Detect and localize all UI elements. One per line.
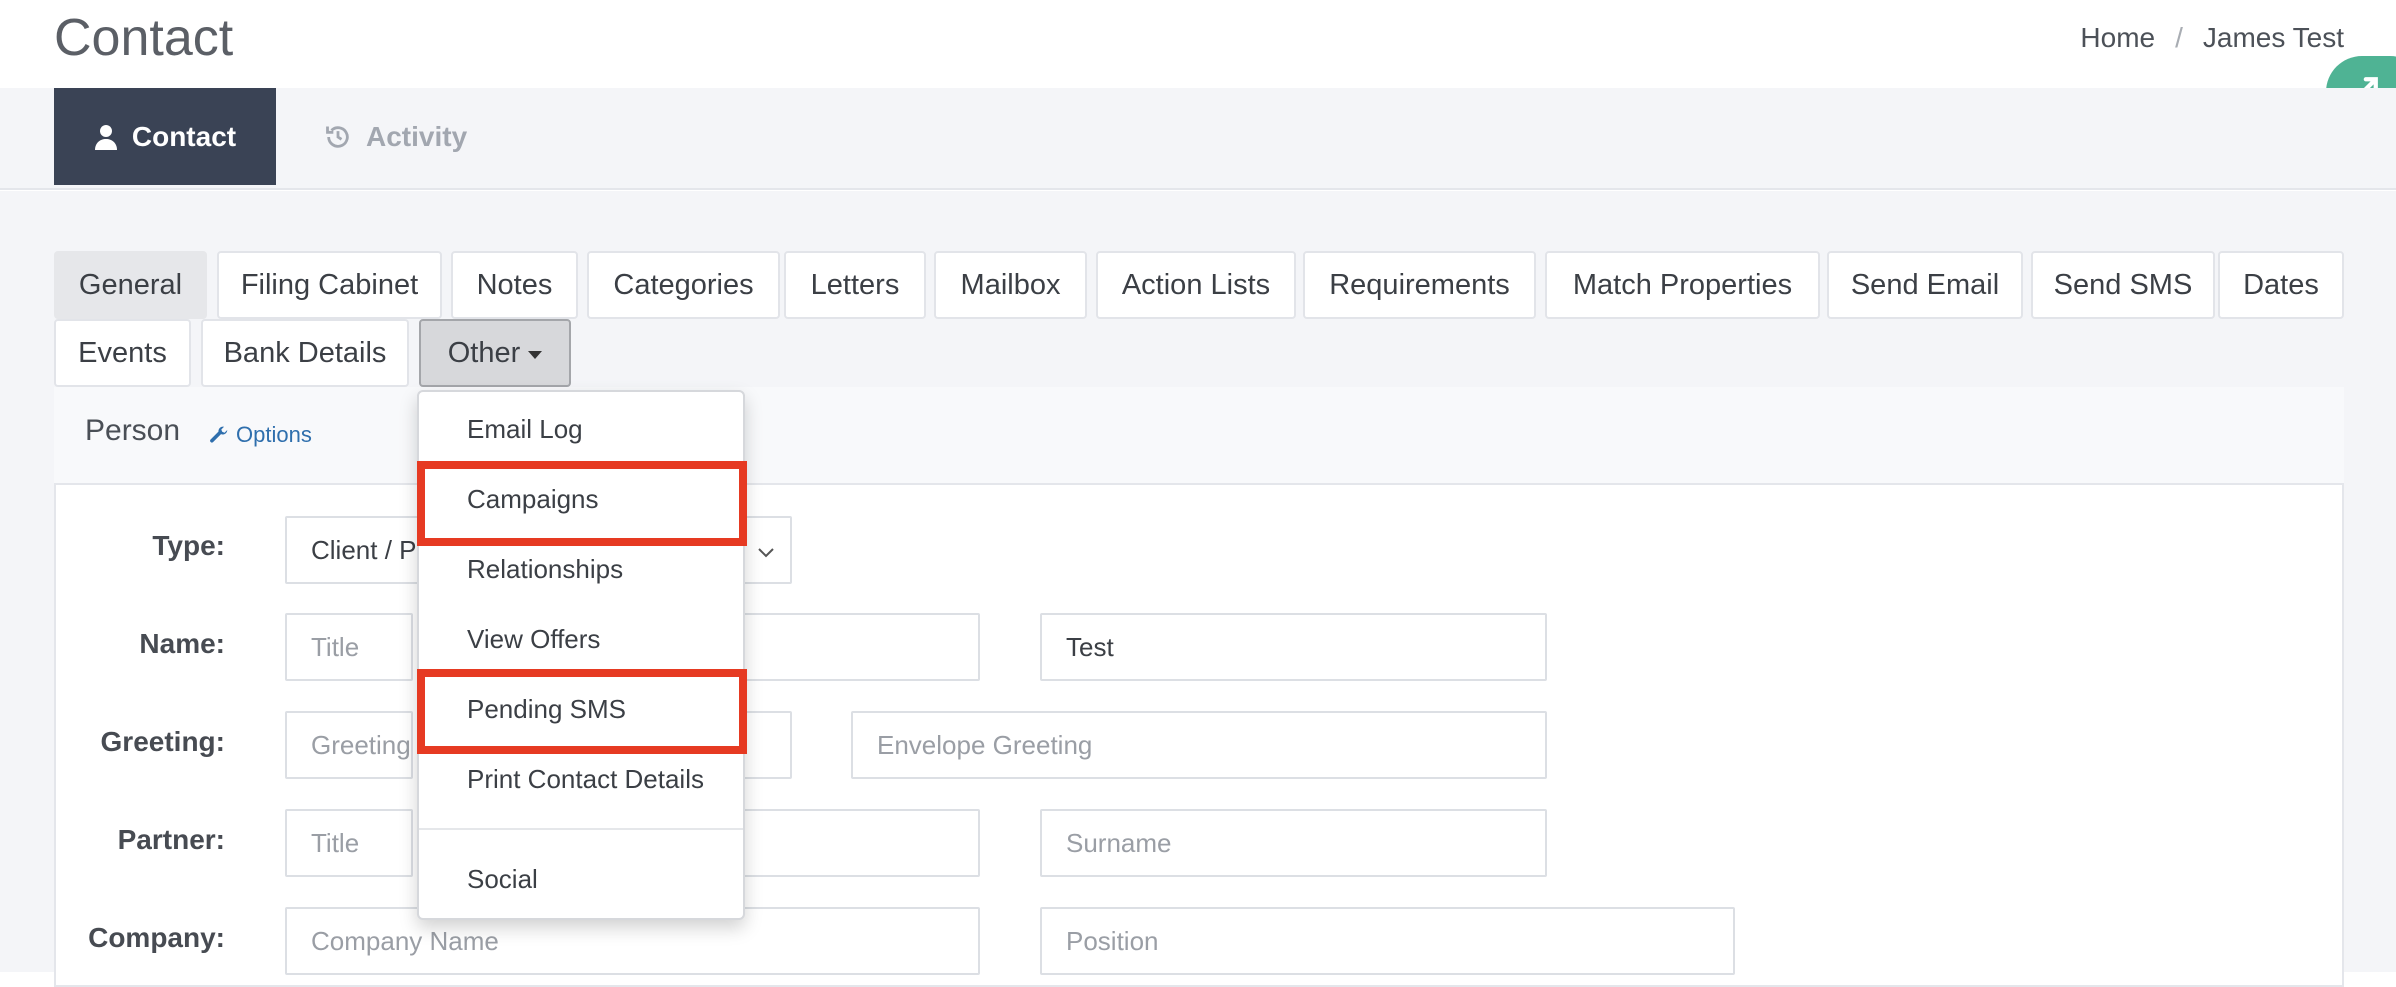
position-field[interactable]: Position (1040, 907, 1735, 975)
chevron-down-icon (758, 548, 774, 558)
subtab-bank-details[interactable]: Bank Details (201, 319, 409, 387)
tab-contact[interactable]: Contact (54, 88, 276, 185)
partner-surname-field[interactable]: Surname (1040, 809, 1547, 877)
subtab-notes[interactable]: Notes (451, 251, 578, 319)
subtab-letters[interactable]: Letters (784, 251, 926, 319)
name-title-field[interactable]: Title (285, 613, 413, 681)
tab-activity[interactable]: Activity (324, 88, 467, 185)
name-label: Name: (139, 628, 225, 659)
highlight-box-campaigns (417, 461, 747, 546)
subtab-match-properties[interactable]: Match Properties (1545, 251, 1820, 319)
surname-field[interactable]: Test (1040, 613, 1547, 681)
user-icon (94, 124, 117, 150)
partner-first-field[interactable] (740, 809, 980, 877)
subtab-other-label: Other (447, 336, 521, 369)
partner-title-field[interactable]: Title (285, 809, 413, 877)
menu-item-print-contact-details[interactable]: Print Contact Details (467, 764, 704, 795)
subtab-requirements[interactable]: Requirements (1303, 251, 1536, 319)
name-first-field[interactable] (740, 613, 980, 681)
menu-item-relationships[interactable]: Relationships (467, 554, 623, 585)
subtab-send-email[interactable]: Send Email (1827, 251, 2023, 319)
type-label: Type: (152, 530, 225, 561)
subtab-general[interactable]: General (54, 251, 207, 319)
partner-label: Partner: (117, 824, 225, 855)
tab-activity-label: Activity (366, 120, 468, 152)
menu-divider (419, 828, 743, 830)
breadcrumb-separator: / (2175, 22, 2183, 53)
subtab-other-dropdown[interactable]: Other (419, 319, 571, 387)
greeting-field[interactable]: Greeting (285, 711, 413, 779)
subtab-send-sms[interactable]: Send SMS (2031, 251, 2215, 319)
page-title: Contact (54, 9, 234, 67)
subtab-dates[interactable]: Dates (2218, 251, 2344, 319)
person-panel-header (54, 387, 2344, 485)
salutation-field[interactable] (740, 711, 792, 779)
breadcrumb-home[interactable]: Home (2080, 22, 2155, 54)
options-link[interactable]: Options (208, 422, 312, 448)
history-icon (326, 125, 349, 148)
subtab-mailbox[interactable]: Mailbox (934, 251, 1087, 319)
greeting-label: Greeting: (100, 726, 225, 757)
menu-item-social[interactable]: Social (467, 864, 538, 895)
company-label: Company: (88, 922, 225, 953)
breadcrumb: Home / James Test (2080, 22, 2344, 54)
menu-item-view-offers[interactable]: View Offers (467, 624, 600, 655)
type-select-value: Client / P (311, 534, 417, 565)
panel-title: Person (85, 414, 181, 447)
subtab-filing-cabinet[interactable]: Filing Cabinet (217, 251, 442, 319)
wrench-icon (210, 426, 228, 443)
envelope-greeting-field[interactable]: Envelope Greeting (851, 711, 1547, 779)
breadcrumb-current: James Test (2202, 22, 2344, 53)
menu-item-email-log[interactable]: Email Log (467, 414, 583, 445)
tab-contact-label: Contact (131, 120, 237, 152)
subtab-action-lists[interactable]: Action Lists (1096, 251, 1296, 319)
caret-down-icon (528, 351, 543, 359)
options-label: Options (236, 422, 312, 447)
highlight-box-pending-sms (417, 669, 747, 754)
subtab-categories[interactable]: Categories (587, 251, 780, 319)
subtab-events[interactable]: Events (54, 319, 191, 387)
